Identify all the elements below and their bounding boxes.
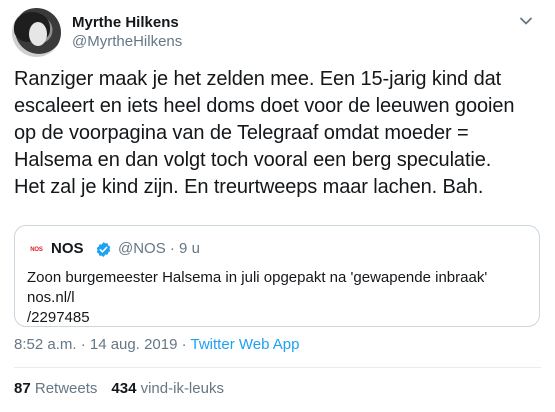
- likes-stat[interactable]: 434 vind-ik-leuks: [111, 380, 224, 397]
- verified-badge-icon: [96, 242, 111, 257]
- avatar-face: [29, 22, 47, 46]
- tweet-card: Myrthe Hilkens @MyrtheHilkens Ranziger m…: [0, 0, 555, 412]
- retweets-count: 87: [14, 380, 31, 397]
- tweet-line: Halsema en dan volgt toch vooral een ber…: [14, 149, 492, 171]
- nos-logo: NOS: [27, 243, 46, 257]
- avatar[interactable]: [12, 8, 61, 57]
- retweets-stat[interactable]: 87 Retweets: [14, 380, 97, 397]
- quoted-handle-time: @NOS · 9 u: [118, 240, 200, 257]
- quoted-tweet[interactable]: NOS NOS @NOS · 9 u Zoon burgemeester Hal…: [14, 225, 540, 327]
- quoted-author-name: NOS: [51, 240, 84, 257]
- tweet-line: Ranziger maak je het zelden mee. Een 15-…: [14, 68, 502, 90]
- author-handle[interactable]: @MyrtheHilkens: [72, 33, 182, 50]
- tweet-line: escaleert en iets heel doms doet voor de…: [14, 95, 515, 117]
- quoted-text: Zoon burgemeester Halsema in juli opgepa…: [27, 268, 532, 326]
- quoted-text-line: /2297485: [27, 309, 90, 326]
- likes-count: 434: [111, 380, 137, 397]
- divider: [14, 367, 541, 368]
- tweet-text: Ranziger maak je het zelden mee. Een 15-…: [14, 66, 549, 201]
- retweets-label: Retweets: [34, 380, 98, 397]
- tweet-line: Het zal je kind zijn. En treurtweeps maa…: [14, 176, 484, 198]
- author-name[interactable]: Myrthe Hilkens: [72, 14, 179, 31]
- tweet-stats: 87 Retweets 434 vind-ik-leuks: [14, 380, 224, 397]
- tweet-timestamp[interactable]: 8:52 a.m. · 14 aug. 2019 ·: [14, 336, 191, 353]
- tweet-source-link[interactable]: Twitter Web App: [191, 336, 300, 353]
- likes-label: vind-ik-leuks: [140, 380, 224, 397]
- quoted-text-line: Zoon burgemeester Halsema in juli opgepa…: [27, 269, 488, 306]
- tweet-line: op de voorpagina van de Telegraaf omdat …: [14, 122, 469, 144]
- nos-logo-text: NOS: [30, 247, 43, 253]
- chevron-down-icon[interactable]: [519, 14, 533, 28]
- tweet-meta: 8:52 a.m. · 14 aug. 2019 · Twitter Web A…: [14, 336, 299, 353]
